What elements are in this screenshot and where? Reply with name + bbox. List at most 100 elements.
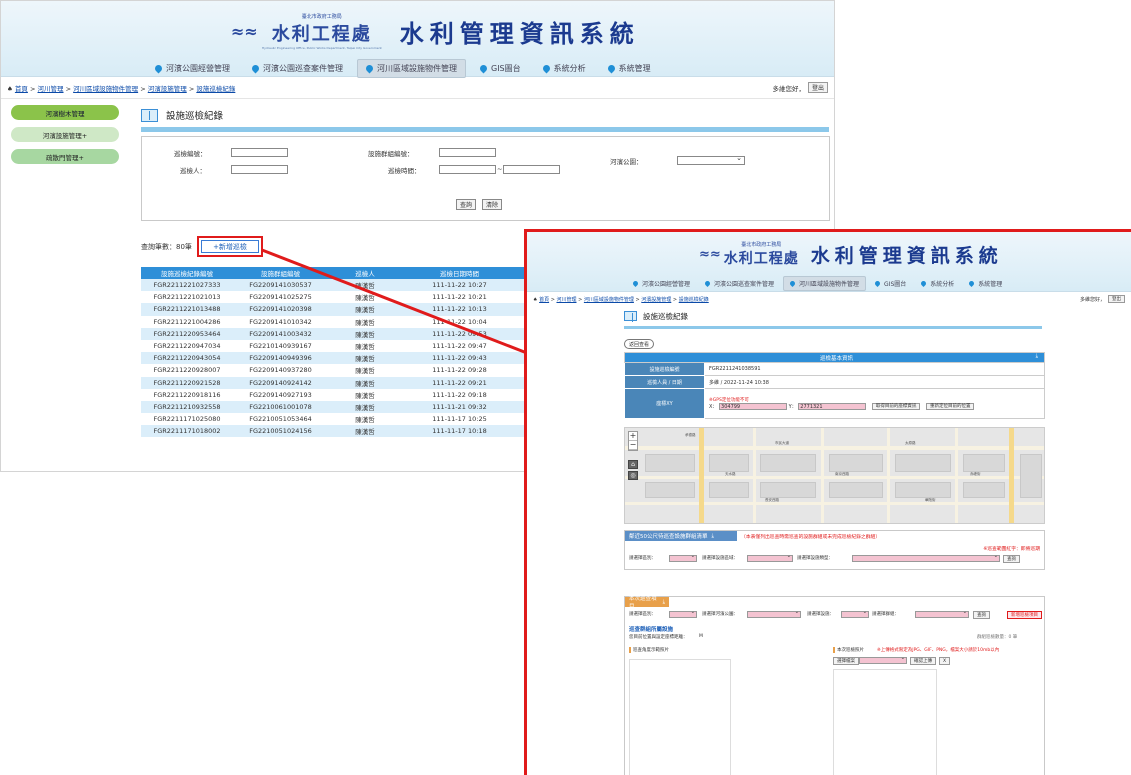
add-item-button[interactable]: 新增巡檢項目 [1007, 611, 1042, 619]
menu-label: 河川區域設施物件管理 [799, 281, 860, 288]
nearby-groups-header: 鄰近50公尺待巡查設施群組清單 ⤓ [625, 531, 737, 541]
nearby-query-button[interactable]: 查詢 [1003, 555, 1020, 563]
sidebar-item-facilities[interactable]: 河濱設施管理+ [11, 127, 119, 142]
logout-button[interactable]: 登出 [1108, 295, 1125, 303]
menu-park-management[interactable]: 河濱公園經營管理 [627, 277, 696, 290]
file-name-field[interactable] [859, 655, 907, 664]
breadcrumb-item[interactable]: 河濱設施管理 [148, 85, 187, 93]
site-logo[interactable]: ≈≈ 臺北市政府工務局 水利工程處 Hydraulic Engineering … [231, 13, 640, 50]
logout-button[interactable]: 登出 [807, 82, 828, 93]
facility-group-input[interactable] [439, 148, 496, 157]
map-block [963, 482, 1005, 498]
menu-river-facilities[interactable]: 河川區域設施物件管理 [783, 276, 867, 291]
menu-system[interactable]: 系統管理 [963, 277, 1008, 290]
map-block [829, 482, 883, 498]
breadcrumb-separator: > [188, 84, 195, 93]
org-english-name: Hydraulic Engineering Office, Public Wor… [261, 46, 382, 50]
sidebar-item-trees[interactable]: 河濱樹木管理 [11, 105, 119, 120]
current-photo-box [833, 669, 937, 775]
clear-button[interactable]: 清除 [482, 199, 502, 210]
menu-analysis[interactable]: 系統分析 [915, 277, 960, 290]
menu-park-inspection[interactable]: 河濱公園巡查案件管理 [699, 277, 780, 290]
table-cell: 111-11-22 09:21 [402, 376, 517, 389]
breadcrumb-item[interactable]: 河濱設施管理 [641, 297, 671, 303]
column-header[interactable]: 設施巡檢紀錄編號 [141, 267, 233, 279]
breadcrumb-item[interactable]: 設施巡檢紀錄 [679, 297, 709, 303]
facility-select[interactable] [841, 609, 869, 618]
park-label: 河濱公園： [610, 158, 643, 166]
menu-system[interactable]: 系統管理 [600, 60, 659, 77]
download-icon[interactable]: ⤓ [663, 599, 665, 606]
download-icon[interactable]: ⤓ [712, 533, 714, 540]
choose-file-button[interactable]: 選擇檔案 [833, 657, 859, 665]
breadcrumb-item[interactable]: 河川管理 [556, 297, 576, 303]
breadcrumb-home[interactable]: 首頁 [15, 85, 28, 93]
menu-park-management[interactable]: 河濱公園經營管理 [147, 60, 238, 77]
distance-unit: M [699, 634, 703, 639]
home-icon: ♠ [533, 296, 538, 303]
basic-info-caption: 巡檢基本資訊 ⤓ [624, 352, 1045, 363]
download-icon[interactable]: ⤓ [1036, 353, 1038, 360]
map-zoom-control: + − [628, 431, 638, 451]
x-coordinate-input[interactable]: 304799 [719, 403, 788, 410]
map-locate-icon[interactable]: ◎ [628, 471, 638, 480]
table-cell: 111-11-22 09:43 [402, 352, 517, 365]
menu-gis[interactable]: GIS圖台 [472, 60, 529, 77]
category-select[interactable] [852, 553, 1000, 562]
inspector-input[interactable] [231, 165, 288, 174]
menu-analysis[interactable]: 系統分析 [535, 60, 594, 77]
remove-file-button[interactable]: X [939, 657, 951, 665]
breadcrumb-separator: > [635, 296, 640, 303]
table-cell: FG2209140949396 [233, 352, 328, 365]
book-icon [624, 311, 637, 322]
table-cell: 陳漢哲 [328, 291, 402, 304]
menu-gis[interactable]: GIS圖台 [869, 277, 912, 290]
nearby-warning: ※巡查範圍紅字：即將巡期 [983, 547, 1040, 552]
end-date-input[interactable] [503, 165, 560, 174]
start-date-input[interactable] [439, 165, 496, 174]
column-header[interactable]: 巡檢日期時間 [402, 267, 517, 279]
menu-river-facilities[interactable]: 河川區域設施物件管理 [357, 59, 466, 78]
table-cell: FG2209140937280 [233, 364, 328, 377]
sidebar-item-evacuation-gates[interactable]: 疏散門管理+ [11, 149, 119, 164]
relocate-button[interactable]: 重新定位目前的位置 [925, 403, 975, 410]
map-home-icon[interactable]: ⌂ [628, 460, 638, 469]
sample-photo-label: 巡查角度示範照片 [629, 647, 669, 653]
add-button-highlight: +新增巡檢 [197, 236, 263, 257]
group-select[interactable] [915, 609, 969, 618]
column-header[interactable]: 設施群組編號 [233, 267, 328, 279]
y-coordinate-input[interactable]: 2771321 [798, 403, 867, 410]
table-cell: FG2210051053464 [233, 413, 328, 426]
column-header[interactable]: 巡檢人 [328, 267, 402, 279]
table-cell: FGR2211221027333 [141, 279, 233, 292]
site-logo[interactable]: ≈≈ 臺北市政府工務局 水利工程處 水利管理資訊系統 [699, 241, 1003, 268]
items-query-button[interactable]: 查詢 [973, 611, 990, 619]
table-cell: FG2209141025275 [233, 291, 328, 304]
inspection-no-input[interactable] [231, 148, 288, 157]
add-inspection-button[interactable]: +新增巡檢 [201, 240, 259, 253]
menu-label: 系統分析 [553, 64, 586, 73]
breadcrumb-item[interactable]: 河川管理 [38, 85, 64, 93]
table-cell: FG2209141020398 [233, 303, 328, 316]
area-select[interactable] [747, 553, 793, 562]
zoom-out-icon[interactable]: − [629, 441, 637, 450]
breadcrumb-item[interactable]: 河川區域設施物件管理 [584, 297, 634, 303]
menu-park-inspection[interactable]: 河濱公園巡查案件管理 [244, 60, 351, 77]
breadcrumb-item[interactable]: 河川區域設施物件管理 [73, 85, 138, 93]
table-cell: FG2209140924142 [233, 376, 328, 389]
xy-label: 座標XY [624, 388, 705, 419]
district-select[interactable] [669, 609, 697, 618]
back-button[interactable]: 返回查看 [624, 339, 654, 349]
get-coordinates-button[interactable]: 取得目前的座標資訊 [871, 403, 921, 410]
park-select[interactable] [747, 609, 801, 618]
table-cell: FG2210140939167 [233, 339, 328, 353]
water-drop-icon [153, 63, 164, 74]
breadcrumb-home[interactable]: 首頁 [539, 297, 549, 303]
table-cell: 陳漢哲 [328, 339, 402, 353]
district-select[interactable] [669, 553, 697, 562]
breadcrumb-item[interactable]: 設施巡檢紀錄 [196, 85, 235, 93]
park-select[interactable] [677, 154, 745, 165]
query-button[interactable]: 查詢 [456, 199, 476, 210]
confirm-upload-button[interactable]: 確認上傳 [910, 657, 936, 665]
location-map[interactable]: 市民大道 承德路 南京西路 長安西路 太原路 華陰街 天水路 赤峰街 + − ⌂… [624, 427, 1045, 524]
